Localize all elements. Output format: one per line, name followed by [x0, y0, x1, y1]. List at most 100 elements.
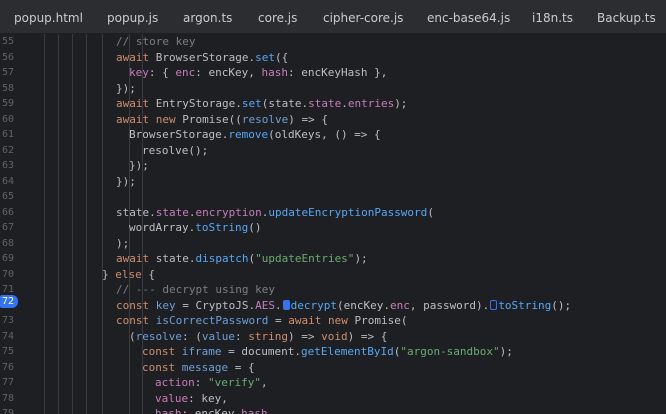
code-token: const: [116, 298, 150, 312]
line-number: 59: [1, 98, 14, 109]
line-number: 64: [1, 175, 14, 187]
code-token: hash: [241, 407, 268, 414]
code-line[interactable]: });: [129, 158, 149, 174]
code-token: ) =>: [287, 329, 322, 343]
code-token: (oldKeys, () => {: [268, 128, 381, 141]
code-token: new: [327, 314, 348, 327]
code-line[interactable]: state.state.encryption.updateEncryptionP…: [116, 205, 434, 221]
code-line[interactable]: // --- decrypt using key: [116, 282, 275, 298]
code-token: );: [354, 252, 368, 265]
tab-argon-ts[interactable]: argon.ts: [183, 0, 232, 34]
line-number: 63: [1, 160, 14, 171]
code-token: void: [321, 329, 348, 343]
inlay-hint-icon[interactable]: [490, 299, 498, 310]
code-line[interactable]: await EntryStorage.set(state.state.entri…: [116, 96, 407, 112]
code-token: remove: [228, 128, 269, 141]
code-line[interactable]: (resolve: (value: string) => void) => {: [129, 329, 387, 345]
code-token: (encKey.: [336, 298, 390, 312]
code-token: .: [274, 298, 282, 312]
code-token: ) => {: [288, 112, 328, 126]
code-token: await: [116, 50, 150, 64]
line-number: 67: [1, 222, 14, 233]
code-line[interactable]: value: key,: [155, 391, 228, 407]
code-line[interactable]: } else {: [102, 267, 155, 283]
code-line[interactable]: const key = CryptoJS.AES. decrypt(encKey.…: [116, 298, 571, 314]
code-token: );: [116, 236, 130, 250]
code-token: ({: [274, 50, 289, 64]
code-line[interactable]: key: { enc: encKey, hash: encKeyHash },: [129, 65, 387, 81]
code-token: });: [129, 159, 149, 172]
code-token: resolve();: [142, 143, 209, 157]
indent-guide: [72, 34, 73, 414]
tab-i18n-ts[interactable]: i18n.ts: [532, 0, 573, 34]
code-line[interactable]: });: [116, 81, 136, 97]
line-number: 68: [1, 237, 14, 249]
code-token: resolve: [241, 112, 289, 126]
line-number: 78: [1, 392, 14, 404]
code-token: value: [201, 329, 235, 343]
code-token: (: [129, 329, 136, 343]
code-line[interactable]: );: [116, 236, 129, 252]
code-token: });: [116, 174, 136, 188]
code-line[interactable]: const isCorrectPassword = await new Prom…: [116, 313, 407, 329]
line-number: 66: [1, 206, 14, 218]
code-token: "argon-sandbox": [400, 345, 500, 358]
code-line[interactable]: action: "verify",: [155, 375, 268, 391]
line-number: 58: [1, 82, 14, 94]
code-token: decrypt: [290, 298, 337, 312]
tab-enc-base64-js[interactable]: enc-base64.js: [427, 0, 510, 34]
code-token: await: [116, 252, 150, 265]
code-line[interactable]: });: [116, 174, 136, 190]
code-token: :: [234, 329, 249, 343]
code-token: resolve: [135, 329, 182, 343]
line-number: 60: [1, 113, 14, 125]
inlay-hint-icon[interactable]: [282, 299, 290, 310]
code-token: : (: [181, 329, 202, 343]
line-number: 57: [1, 67, 14, 78]
code-token: updateEncryptionPassword: [268, 205, 428, 219]
tab-backup-ts[interactable]: Backup.ts: [597, 0, 656, 34]
tab-popup-html[interactable]: popup.html: [14, 0, 83, 34]
line-number-gutter[interactable]: 55 56 57 58 59 60 61 62 63 64 65 66 67 68 69 70 71 73 74 75…: [0, 34, 33, 414]
code-line[interactable]: resolve();: [142, 143, 208, 159]
code-line[interactable]: // store key: [116, 34, 195, 50]
code-line[interactable]: hash: encKey.hash: [155, 406, 268, 414]
code-token: isCorrectPassword: [155, 314, 269, 327]
code-token: await: [116, 112, 150, 126]
tab-cipher-core-js[interactable]: cipher-core.js: [323, 0, 403, 34]
code-token: hash: [261, 66, 288, 79]
code-editor[interactable]: 55 56 57 58 59 60 61 62 63 64 65 66 67 68 69 70 71 73 74 75…: [0, 34, 666, 414]
code-line[interactable]: wordArray.toString(): [129, 220, 261, 236]
line-number: 74: [1, 330, 14, 342]
code-token: = document.: [221, 345, 301, 358]
code-line[interactable]: await BrowserStorage.set({: [116, 50, 288, 66]
tab-popup-js[interactable]: popup.js: [107, 0, 158, 34]
code-line[interactable]: const iframe = document.getElementById("…: [142, 344, 513, 360]
code-token: enc: [175, 66, 196, 79]
tab-core-js[interactable]: core.js: [258, 0, 297, 34]
code-token: enc: [389, 298, 410, 312]
line-number: 65: [1, 191, 14, 202]
code-token: wordArray.: [129, 221, 196, 234]
indent-guide: [44, 34, 45, 414]
code-line[interactable]: const message = {: [142, 360, 255, 376]
code-token: value: [155, 391, 189, 405]
code-token: // store key: [116, 35, 196, 48]
code-token: iframe: [181, 345, 222, 358]
code-token: toString: [195, 221, 249, 234]
line-number: 70: [1, 268, 14, 280]
code-line[interactable]: await new Promise((resolve) => {: [116, 112, 328, 128]
indent-guide: [86, 34, 87, 414]
code-token: new: [155, 112, 176, 126]
code-token: await: [288, 314, 322, 327]
line-number: 77: [1, 377, 14, 388]
code-line[interactable]: BrowserStorage.remove(oldKeys, () => {: [129, 127, 381, 143]
code-token: :: [194, 376, 208, 389]
code-line[interactable]: await state.dispatch("updateEntries");: [116, 251, 368, 267]
code-token: dispatch: [195, 252, 249, 265]
